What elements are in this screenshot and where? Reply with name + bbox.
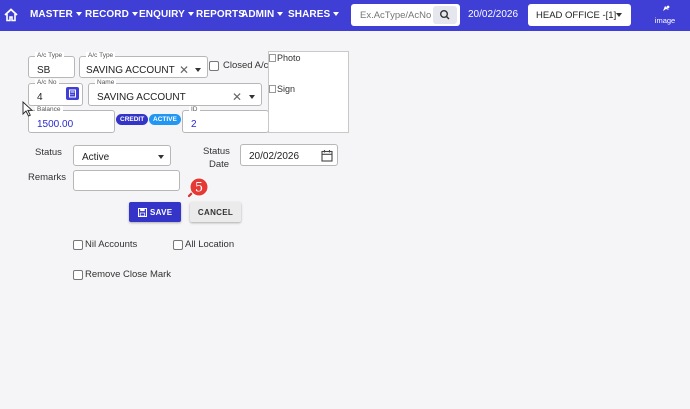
nil-accounts-checkbox[interactable] xyxy=(73,240,83,250)
balance-field: Balance 1500.00 xyxy=(28,106,115,133)
nav-admin[interactable]: ADMIN xyxy=(241,9,284,20)
actype-code-value: SB xyxy=(37,65,51,76)
name-value: SAVING ACCOUNT xyxy=(97,92,186,103)
chevron-down-icon[interactable] xyxy=(195,68,201,72)
remarks-label: Remarks xyxy=(28,172,67,183)
cancel-button[interactable]: CANCEL xyxy=(190,202,241,222)
branch-select[interactable]: HEAD OFFICE -[1] xyxy=(528,4,631,26)
image-label: image xyxy=(654,16,676,25)
save-icon xyxy=(138,208,147,217)
calendar-icon[interactable] xyxy=(321,149,333,162)
name-label: Name xyxy=(95,79,117,87)
calculator-button[interactable] xyxy=(66,87,79,100)
nav-master[interactable]: MASTER xyxy=(30,9,82,20)
id-value: 2 xyxy=(191,119,197,130)
broken-image-icon xyxy=(269,85,276,93)
chevron-down-icon xyxy=(616,13,622,17)
acno-label: A/c No xyxy=(35,79,59,87)
actype-select-value: SAVING ACCOUNT xyxy=(86,65,175,76)
name-select[interactable]: Name SAVING ACCOUNT ✕ xyxy=(88,79,262,106)
closed-ac-checkbox[interactable] xyxy=(209,61,219,71)
working-date: 20/02/2026 xyxy=(468,9,519,20)
id-field: ID 2 xyxy=(182,106,269,133)
status-date-field[interactable]: 20/02/2026 xyxy=(240,144,338,166)
status-select[interactable]: Active xyxy=(73,145,171,166)
sign-image: Sign xyxy=(269,84,295,94)
status-select-value: Active xyxy=(82,152,110,163)
chevron-down-icon xyxy=(158,155,164,159)
all-location-checkbox[interactable] xyxy=(173,240,183,250)
mouse-cursor-icon xyxy=(22,101,33,117)
actype-select-label: A/c Type xyxy=(86,52,116,60)
branch-select-value: HEAD OFFICE -[1] xyxy=(536,10,617,21)
status-date-label: Status xyxy=(203,146,230,157)
remove-close-mark-checkbox[interactable] xyxy=(73,270,83,280)
search-input[interactable] xyxy=(355,7,435,23)
home-icon[interactable] xyxy=(3,7,19,23)
top-nav-bar: MASTER RECORD ENQUIRY REPORTS ADMIN SHAR… xyxy=(0,0,690,31)
save-button-label: SAVE xyxy=(150,208,173,217)
nav-reports[interactable]: REPORTS xyxy=(196,9,245,20)
nav-record[interactable]: RECORD xyxy=(85,9,138,20)
all-location-label: All Location xyxy=(185,239,235,250)
chevron-down-icon xyxy=(75,12,82,17)
nil-accounts-label: Nil Accounts xyxy=(85,239,138,250)
status-date-value: 20/02/2026 xyxy=(249,151,300,162)
broken-image-icon xyxy=(269,54,276,62)
balance-label: Balance xyxy=(35,106,63,114)
calculator-icon xyxy=(69,89,76,98)
step-number: 5 xyxy=(195,181,203,196)
search-button[interactable] xyxy=(433,6,457,24)
chevron-down-icon xyxy=(333,12,340,17)
id-label: ID xyxy=(189,106,200,114)
clear-icon[interactable]: ✕ xyxy=(232,91,242,103)
chevron-down-icon xyxy=(187,12,194,17)
acno-value: 4 xyxy=(37,92,43,103)
actype-select[interactable]: A/c Type SAVING ACCOUNT ✕ xyxy=(79,52,208,78)
save-button[interactable]: SAVE xyxy=(129,202,181,222)
actype-code-field[interactable]: A/c Type SB xyxy=(28,52,75,78)
actype-code-label: A/c Type xyxy=(35,52,65,60)
remove-close-mark-label: Remove Close Mark xyxy=(85,269,172,280)
chevron-down-icon[interactable] xyxy=(249,95,255,99)
photo-sign-panel: Photo Sign xyxy=(268,51,349,133)
image-icon xyxy=(663,5,670,11)
clear-icon[interactable]: ✕ xyxy=(179,64,189,76)
nav-enquiry[interactable]: ENQUIRY xyxy=(139,9,194,20)
search-icon xyxy=(439,9,450,20)
closed-ac-label: Closed A/c xyxy=(223,60,269,71)
active-badge: ACTIVE xyxy=(149,114,181,125)
step-marker-badge: 5 xyxy=(187,177,209,198)
balance-value: 1500.00 xyxy=(37,119,74,130)
chevron-down-icon xyxy=(131,12,138,17)
user-image[interactable]: image xyxy=(652,3,678,29)
photo-image: Photo xyxy=(269,53,301,63)
status-label: Status xyxy=(35,147,62,158)
status-date-label-2: Date xyxy=(209,159,230,170)
remarks-input[interactable] xyxy=(73,170,180,191)
chevron-down-icon xyxy=(277,12,284,17)
credit-badge: CREDIT xyxy=(116,114,149,125)
nav-shares[interactable]: SHARES xyxy=(288,9,340,20)
search-box xyxy=(351,4,460,26)
